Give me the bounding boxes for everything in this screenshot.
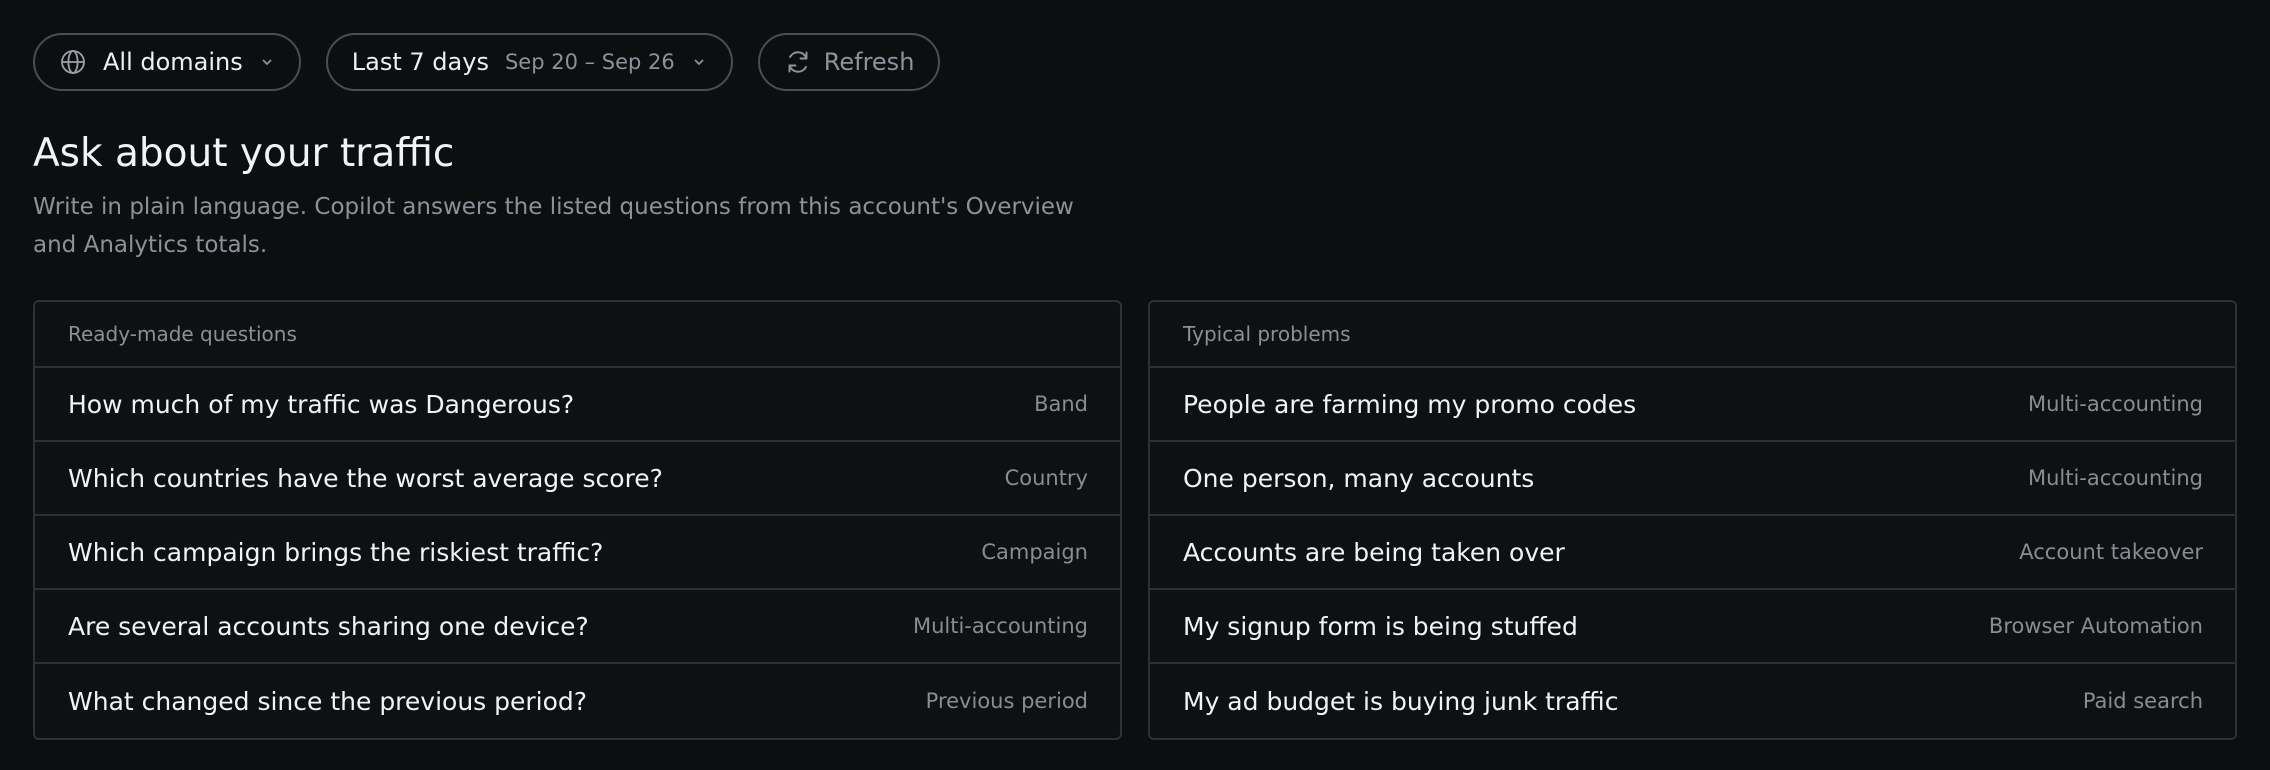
question-row[interactable]: How much of my traffic was Dangerous? Ba… [35, 368, 1120, 442]
refresh-button-label: Refresh [823, 48, 915, 76]
problem-row[interactable]: My signup form is being stuffed Browser … [1150, 590, 2235, 664]
question-tag: Band [1034, 392, 1088, 416]
domain-selector[interactable]: All domains [33, 33, 301, 91]
period-selector-label: Last 7 days [351, 48, 489, 76]
question-row[interactable]: What changed since the previous period? … [35, 664, 1120, 738]
question-text: How much of my traffic was Dangerous? [68, 389, 575, 419]
domain-selector-label: All domains [103, 48, 243, 76]
typical-problems-panel: Typical problems People are farming my p… [1148, 300, 2237, 740]
filter-toolbar: All domains Last 7 days Sep 20 – Sep 26 [33, 32, 2237, 92]
problem-row[interactable]: One person, many accounts Multi-accounti… [1150, 442, 2235, 516]
question-text: What changed since the previous period? [68, 686, 588, 716]
question-tag: Campaign [981, 540, 1088, 564]
question-tag: Multi-accounting [912, 614, 1088, 638]
problem-text: Accounts are being taken over [1183, 537, 1565, 567]
question-text: Which campaign brings the riskiest traff… [68, 537, 604, 567]
panel-heading: Ready-made questions [35, 302, 1120, 368]
problem-tag: Browser Automation [1988, 614, 2203, 638]
problem-text: People are farming my promo codes [1183, 389, 1637, 419]
problem-tag: Multi-accounting [2027, 392, 2203, 416]
panel-heading: Typical problems [1150, 302, 2235, 368]
problem-text: My signup form is being stuffed [1183, 611, 1578, 641]
globe-icon [59, 48, 87, 76]
chevron-down-icon [259, 54, 275, 70]
question-text: Are several accounts sharing one device? [68, 611, 589, 641]
ready-made-questions-panel: Ready-made questions How much of my traf… [33, 300, 1122, 740]
question-tag: Country [1004, 466, 1088, 490]
question-row[interactable]: Are several accounts sharing one device?… [35, 590, 1120, 664]
question-text: Which countries have the worst average s… [68, 463, 663, 493]
problem-row[interactable]: My ad budget is buying junk traffic Paid… [1150, 664, 2235, 738]
problem-row[interactable]: People are farming my promo codes Multi-… [1150, 368, 2235, 442]
period-range: Sep 20 – Sep 26 [504, 50, 675, 74]
problem-row[interactable]: Accounts are being taken over Account ta… [1150, 516, 2235, 590]
problem-text: My ad budget is buying junk traffic [1183, 686, 1619, 716]
page-subtitle: Write in plain language. Copilot answers… [33, 194, 1074, 258]
page-title: Ask about your traffic [33, 131, 455, 176]
period-selector[interactable]: Last 7 days Sep 20 – Sep 26 [325, 33, 733, 91]
problem-tag: Paid search [2082, 689, 2203, 713]
question-row[interactable]: Which campaign brings the riskiest traff… [35, 516, 1120, 590]
problem-tag: Account takeover [2019, 540, 2203, 564]
question-row[interactable]: Which countries have the worst average s… [35, 442, 1120, 516]
problem-tag: Multi-accounting [2027, 466, 2203, 490]
question-tag: Previous period [925, 689, 1088, 713]
chevron-down-icon [691, 54, 707, 70]
refresh-button[interactable]: Refresh [757, 33, 941, 91]
refresh-icon [784, 48, 812, 76]
question-panels: Ready-made questions How much of my traf… [33, 300, 2237, 740]
problem-text: One person, many accounts [1183, 463, 1535, 493]
copilot-page: All domains Last 7 days Sep 20 – Sep 26 [0, 0, 2270, 770]
